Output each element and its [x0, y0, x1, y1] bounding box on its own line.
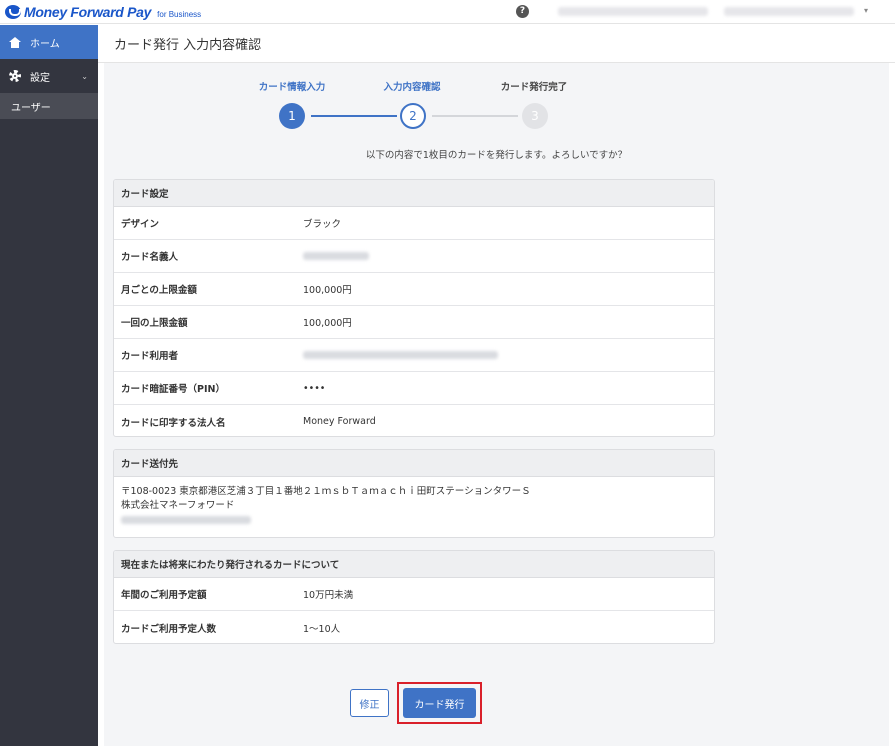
table-row: カードに印字する法人名 Money Forward: [114, 405, 714, 436]
sidebar-item-home[interactable]: ホーム: [0, 25, 98, 59]
section-heading: カード設定: [114, 180, 714, 207]
step-label-card-info: カード情報入力: [258, 82, 326, 93]
main-area: カード発行 入力内容確認 カード情報入力 入力内容確認 カード発行完了 1 2 …: [98, 25, 895, 746]
sidebar-item-settings[interactable]: 設定 ⌄: [0, 59, 98, 93]
step-circle-2: 2: [400, 103, 426, 129]
cardholder-name-redacted: [303, 252, 369, 260]
step-label-confirm: 入力内容確認: [383, 82, 441, 93]
shipping-section: カード送付先 〒108-0023 東京都港区芝浦３丁目１番地２１ｍｓｂＴａｍａｃ…: [113, 449, 715, 538]
content-area: カード情報入力 入力内容確認 カード発行完了 1 2 3 以下の内容で1枚目のカ…: [104, 63, 889, 746]
sidebar: ホーム 設定 ⌄ ユーザー: [0, 25, 98, 746]
page-header: カード発行 入力内容確認: [98, 25, 895, 63]
table-row: カード利用者: [114, 339, 714, 372]
row-value: Money Forward: [303, 416, 376, 427]
chevron-down-icon: ⌄: [81, 71, 88, 81]
table-row: カード暗証番号（PIN） ••••: [114, 372, 714, 405]
row-label: 一回の上限金額: [121, 318, 188, 329]
card-user-redacted: [303, 351, 498, 359]
table-row: 月ごとの上限金額 100,000円: [114, 273, 714, 306]
step-circle-1: 1: [279, 103, 305, 129]
page-title: カード発行 入力内容確認: [114, 38, 262, 53]
row-value: 1〜10人: [303, 623, 341, 635]
chevron-down-icon[interactable]: ▾: [864, 6, 868, 15]
card-settings-section: カード設定 デザイン ブラック カード名義人 月ごとの上限金額 100,000円…: [113, 179, 715, 437]
table-row: 年間のご利用予定額 10万円未満: [114, 578, 714, 611]
row-label: 月ごとの上限金額: [121, 285, 197, 296]
row-label: カード暗証番号（PIN）: [121, 384, 225, 395]
progress-stepper: カード情報入力 入力内容確認 カード発行完了 1 2 3: [104, 63, 889, 133]
row-value: ブラック: [303, 219, 342, 230]
table-row: デザイン ブラック: [114, 207, 714, 240]
top-bar: Money Forward Pay for Business ? ▾: [0, 0, 895, 24]
row-label: カード名義人: [121, 252, 179, 263]
section-heading: 現在または将来にわたり発行されるカードについて: [114, 551, 714, 578]
app-logo[interactable]: Money Forward Pay for Business: [5, 3, 201, 20]
row-label: デザイン: [121, 219, 160, 230]
step-label-complete: カード発行完了: [500, 82, 568, 93]
row-label: 年間のご利用予定額: [121, 590, 207, 601]
sidebar-item-label: ホーム: [30, 38, 60, 50]
section-heading: カード送付先: [114, 450, 714, 477]
user-name-redacted[interactable]: [724, 7, 854, 16]
confirm-message: 以下の内容で1枚目のカードを発行します。よろしいですか？: [365, 150, 628, 161]
logo-subtext: for Business: [157, 10, 202, 19]
gear-icon: [9, 70, 21, 82]
step-circle-3: 3: [522, 103, 548, 129]
step-connector-1: [311, 115, 397, 117]
table-row: 一回の上限金額 100,000円: [114, 306, 714, 339]
sidebar-item-label: ユーザー: [11, 102, 51, 114]
recipient-line: [121, 513, 707, 527]
issue-button-highlight: カード発行: [397, 682, 482, 724]
recipient-redacted: [121, 515, 251, 524]
row-value: 100,000円: [303, 285, 352, 296]
money-forward-logo-icon: [5, 5, 21, 19]
row-label: カードに印字する法人名: [121, 417, 226, 429]
sidebar-item-users[interactable]: ユーザー: [0, 93, 98, 119]
row-label: カードご利用予定人数: [121, 623, 217, 635]
row-value: 100,000円: [303, 318, 352, 329]
home-icon: [9, 36, 21, 48]
step-connector-2: [432, 115, 518, 117]
logo-text: Money Forward Pay: [24, 4, 152, 20]
row-label: カード利用者: [121, 351, 179, 362]
account-name-redacted[interactable]: [558, 7, 708, 16]
company-line: 株式会社マネーフォワード: [121, 500, 235, 511]
issue-card-button[interactable]: カード発行: [403, 688, 476, 718]
address-line: 〒108-0023 東京都港区芝浦３丁目１番地２１ｍｓｂＴａｍａｃｈｉ田町ステー…: [121, 486, 531, 497]
usage-section: 現在または将来にわたり発行されるカードについて 年間のご利用予定額 10万円未満…: [113, 550, 715, 644]
shipping-address: 〒108-0023 東京都港区芝浦３丁目１番地２１ｍｓｂＴａｍａｃｈｉ田町ステー…: [114, 477, 714, 535]
help-icon[interactable]: ?: [516, 5, 529, 18]
table-row: カード名義人: [114, 240, 714, 273]
table-row: カードご利用予定人数 1〜10人: [114, 611, 714, 643]
sidebar-item-label: 設定: [30, 72, 50, 84]
edit-button[interactable]: 修正: [350, 689, 389, 717]
row-value: 10万円未満: [303, 590, 354, 601]
row-value: ••••: [303, 382, 326, 394]
